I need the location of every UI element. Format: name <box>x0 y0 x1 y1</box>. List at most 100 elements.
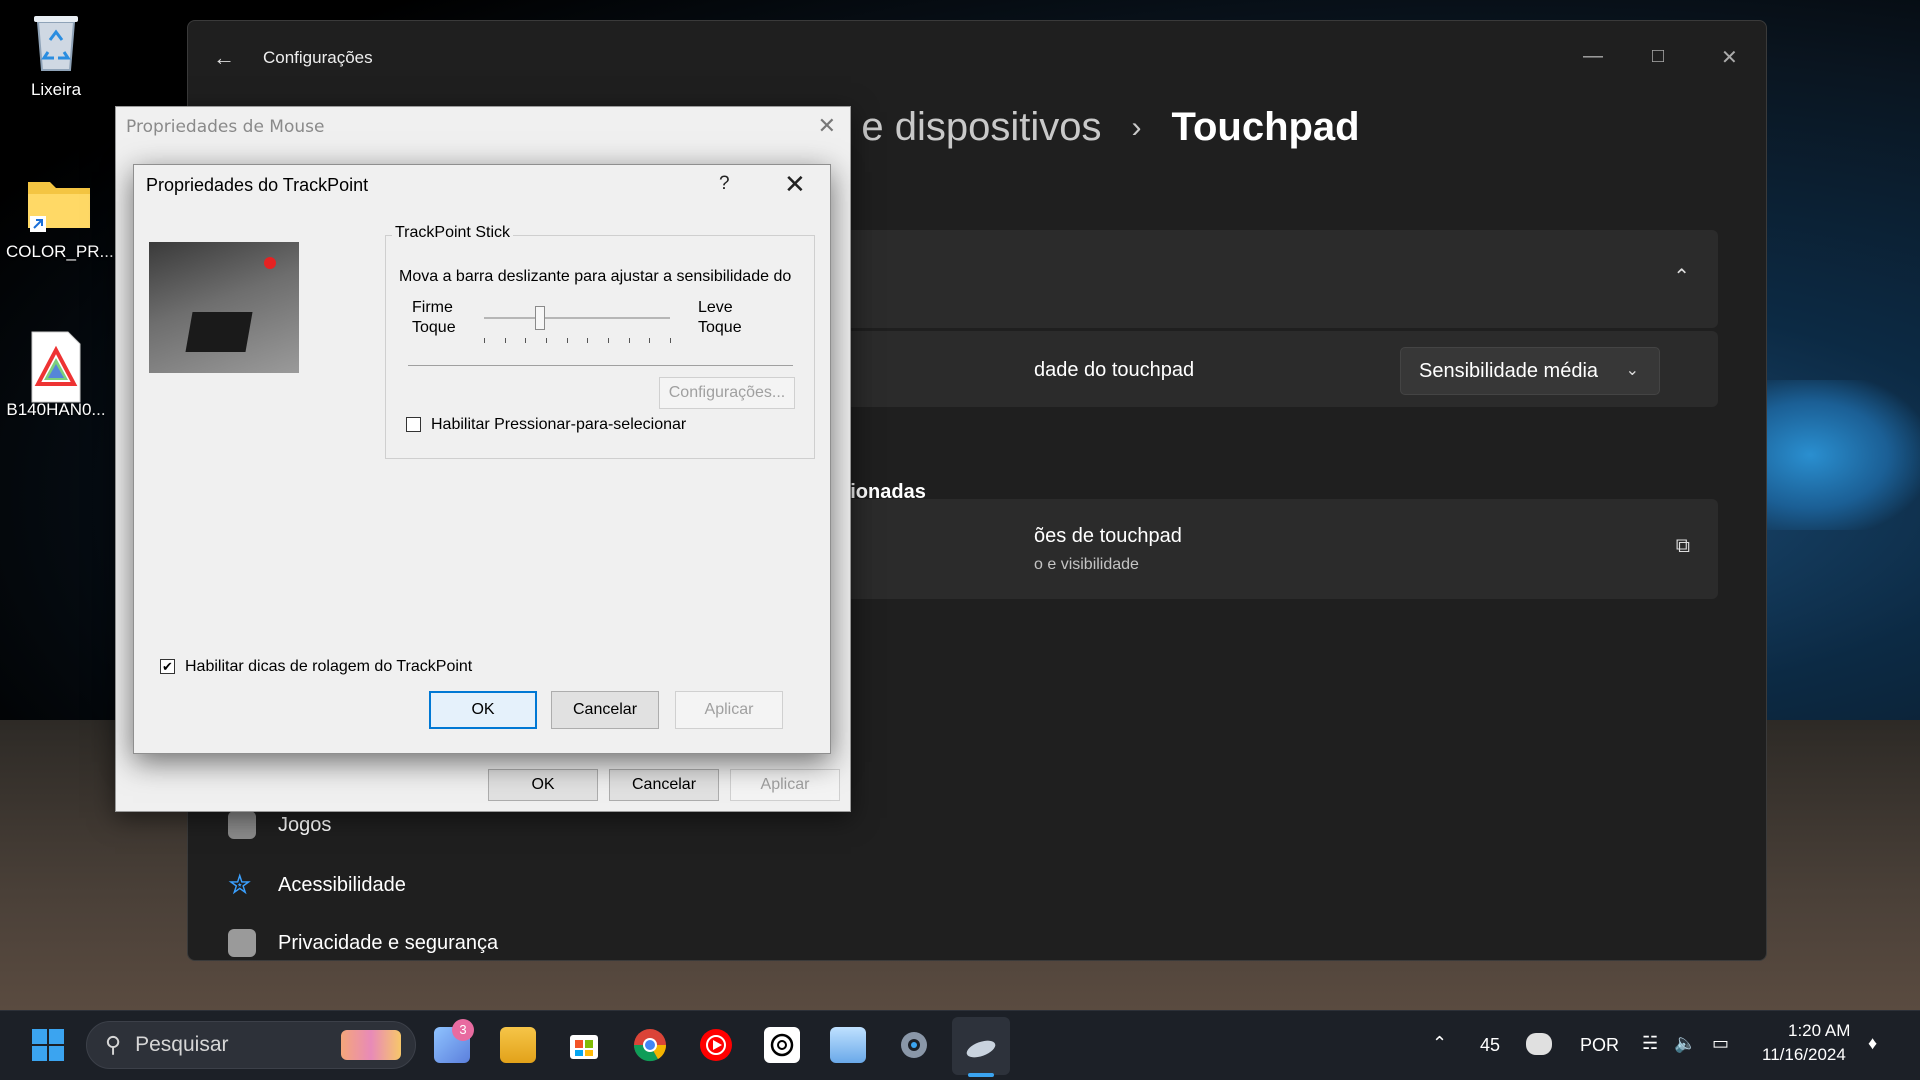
breadcrumb-parent[interactable]: n e dispositivos <box>828 105 1101 150</box>
mouse-cancel-button[interactable]: Cancelar <box>609 769 719 801</box>
firm-touch-label: Toque <box>412 319 456 336</box>
open-external-icon: ⧉ <box>1675 535 1690 557</box>
search-highlight-icon <box>341 1030 401 1060</box>
chevron-right-icon: › <box>1131 110 1142 144</box>
settings-app-title: Configurações <box>263 48 373 67</box>
chevron-up-icon[interactable]: ⌃ <box>1673 264 1690 289</box>
breadcrumb: n e dispositivos › Touchpad <box>828 105 1360 150</box>
scroll-tips-label: Habilitar dicas de rolagem do TrackPoint <box>185 658 473 675</box>
desktop-icon-label: COLOR_PR... <box>6 242 114 261</box>
mouse-app-icon[interactable] <box>963 1029 999 1065</box>
search-box[interactable]: ⚲ Pesquisar <box>86 1021 416 1069</box>
trackpoint-button <box>185 312 253 352</box>
desktop-icon-label: Lixeira <box>30 80 82 99</box>
sensitivity-slider-track[interactable] <box>484 317 670 319</box>
search-icon: ⚲ <box>105 1032 122 1057</box>
minimize-icon[interactable]: — <box>1583 45 1603 68</box>
nav-item-privacidade[interactable]: Privacidade e segurança <box>228 929 498 957</box>
nav-item-label: Privacidade e segurança <box>278 931 499 954</box>
file-explorer-icon[interactable] <box>500 1027 536 1063</box>
related-link-subtitle: o e visibilidade <box>1034 556 1139 573</box>
apply-button[interactable]: Aplicar <box>675 691 783 729</box>
slider-tick <box>608 338 609 343</box>
press-to-select-checkbox[interactable] <box>406 417 421 432</box>
group-separator <box>408 365 793 366</box>
trackpoint-nub <box>264 257 276 269</box>
chatgpt-icon[interactable] <box>764 1027 800 1063</box>
gamepad-icon <box>228 811 256 839</box>
close-icon[interactable]: ✕ <box>784 169 806 200</box>
slider-tick <box>504 338 506 343</box>
slider-tick <box>546 338 547 343</box>
config-button[interactable]: Configurações... <box>659 377 795 409</box>
sensitivity-label: dade do touchpad <box>1034 359 1195 381</box>
light-touch-label: Toque <box>698 319 742 336</box>
slider-tick <box>649 338 651 343</box>
related-touchpad-link[interactable]: ões de touchpad o e visibilidade ⧉ <box>828 499 1718 599</box>
slider-tick <box>587 338 589 343</box>
recycle-bin-icon <box>24 10 88 74</box>
nav-item-jogos[interactable]: Jogos <box>228 811 331 839</box>
desktop-icon-recycle-bin[interactable]: Lixeira <box>6 10 106 100</box>
desktop-icon-color-folder[interactable]: COLOR_PR... <box>6 172 114 262</box>
youtube-music-icon[interactable] <box>698 1027 734 1063</box>
nav-item-acessibilidade[interactable]: ✮ Acessibilidade <box>228 871 406 899</box>
wifi-icon[interactable]: ☵ <box>1642 1033 1658 1054</box>
scroll-tips-checkbox[interactable]: ✔ <box>160 659 175 674</box>
page-title: Touchpad <box>1171 105 1360 149</box>
language-indicator[interactable]: POR <box>1580 1035 1619 1056</box>
group-title: TrackPoint Stick <box>392 224 513 242</box>
shield-icon <box>228 929 256 957</box>
close-icon[interactable]: ✕ <box>1721 45 1738 70</box>
chevron-up-icon[interactable]: ⌃ <box>1432 1033 1447 1054</box>
photos-icon[interactable] <box>830 1027 866 1063</box>
folder-shortcut-icon <box>24 172 90 236</box>
press-to-select-label: Habilitar Pressionar-para-selecionar <box>431 416 687 433</box>
slider-tick <box>628 338 630 343</box>
temperature[interactable]: 45 <box>1480 1035 1500 1056</box>
settings-titlebar: ← Configurações <box>188 21 1766 95</box>
cloud-weather-icon[interactable] <box>1526 1033 1552 1055</box>
notification-bell-icon[interactable]: ♦ <box>1868 1033 1877 1054</box>
touchpad-expander-card[interactable]: ⌃ <box>828 230 1718 328</box>
clock-time[interactable]: 1:20 AM <box>1788 1021 1850 1041</box>
trackpoint-dialog-title: Propriedades do TrackPoint <box>146 175 369 195</box>
clock-date[interactable]: 11/16/2024 <box>1762 1045 1846 1065</box>
ok-button[interactable]: OK <box>429 691 537 729</box>
nav-item-label: Jogos <box>278 813 332 836</box>
store-icon[interactable] <box>566 1027 602 1063</box>
slider-tick <box>670 338 671 343</box>
slider-tick <box>484 338 485 343</box>
settings-icon[interactable] <box>896 1027 932 1063</box>
maximize-icon[interactable]: □ <box>1652 45 1664 68</box>
search-placeholder: Pesquisar <box>135 1033 229 1056</box>
sensitivity-dropdown-value: Sensibilidade média <box>1419 360 1599 382</box>
slider-tick <box>525 338 527 343</box>
battery-icon[interactable]: ▭ <box>1712 1033 1729 1054</box>
cancel-button[interactable]: Cancelar <box>551 691 659 729</box>
color-profile-icon <box>24 330 88 403</box>
accessibility-icon: ✮ <box>228 869 252 900</box>
sensitivity-slider-thumb[interactable] <box>534 306 545 330</box>
trackpoint-keyboard-image <box>149 242 299 373</box>
mouse-properties-title: Propriedades de Mouse <box>126 117 325 137</box>
help-button[interactable]: ? <box>719 173 730 195</box>
sensitivity-description: Mova a barra deslizante para ajustar a s… <box>399 268 792 285</box>
mouse-apply-button[interactable]: Aplicar <box>730 769 840 801</box>
light-label: Leve <box>698 299 733 316</box>
nav-item-label: Acessibilidade <box>278 873 406 896</box>
chrome-icon[interactable] <box>632 1027 668 1063</box>
volume-icon[interactable]: 🔈 <box>1674 1033 1696 1054</box>
sensitivity-dropdown[interactable]: Sensibilidade média ⌄ <box>1400 347 1660 395</box>
close-icon[interactable]: ✕ <box>818 113 836 139</box>
desktop-icon-label: B140HAN0... <box>6 400 106 419</box>
desktop-icon-color-profile[interactable]: B140HAN0... <box>6 330 106 420</box>
active-app-indicator <box>968 1073 994 1077</box>
slider-tick <box>566 338 568 343</box>
chevron-down-icon: ⌄ <box>1625 362 1639 379</box>
mouse-ok-button[interactable]: OK <box>488 769 598 801</box>
arrow-left-icon[interactable]: ← <box>213 45 235 71</box>
firm-label: Firme <box>412 299 453 316</box>
start-icon[interactable] <box>30 1027 66 1063</box>
taskbar: ⚲ Pesquisar 3 ⌃ 45 POR ☵ 🔈 ▭ 1:20 AM 11/… <box>0 1010 1920 1080</box>
